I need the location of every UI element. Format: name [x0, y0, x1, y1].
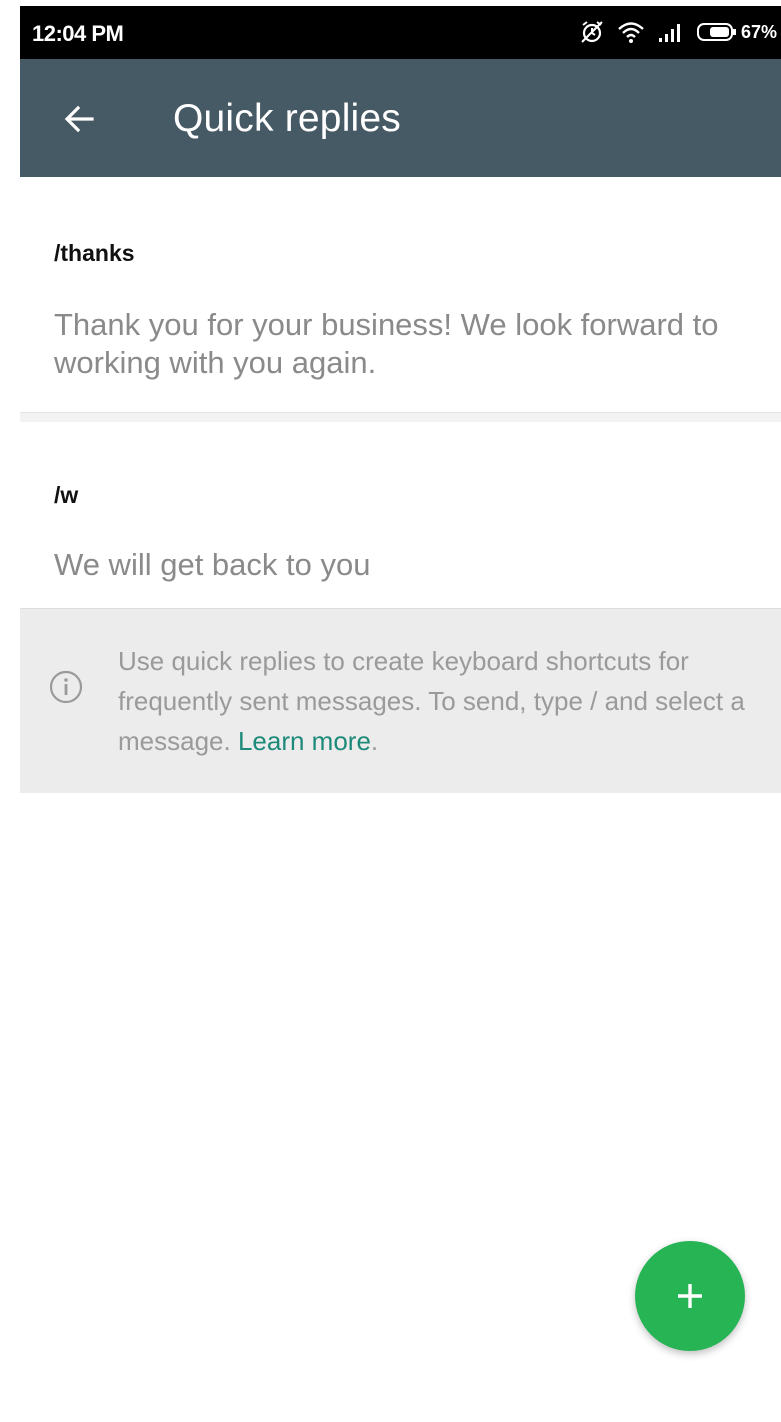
- reply-message: We will get back to you: [54, 547, 371, 582]
- info-trailing: .: [370, 726, 379, 756]
- status-icons: 67%: [579, 17, 777, 47]
- arrow-left-icon: [56, 105, 104, 147]
- back-button[interactable]: [56, 95, 104, 143]
- quick-reply-item[interactable]: /thanks Thank you for your business! We …: [20, 186, 781, 412]
- reply-shortcut: /w: [54, 482, 79, 508]
- info-banner: Use quick replies to create keyboard sho…: [20, 608, 781, 793]
- alarm-icon: [579, 19, 605, 45]
- add-quick-reply-button[interactable]: [635, 1241, 745, 1351]
- info-icon: [48, 669, 84, 705]
- wifi-icon: [617, 20, 645, 44]
- info-text: Use quick replies to create keyboard sho…: [118, 641, 768, 761]
- app-bar: Quick replies: [20, 59, 781, 177]
- status-time: 12:04 PM: [32, 21, 124, 46]
- signal-icon: [657, 21, 685, 43]
- reply-shortcut: /thanks: [54, 240, 135, 266]
- quick-replies-screen: 12:04 PM 67% Quick replies /thanks Thank…: [20, 6, 781, 1422]
- learn-more-link[interactable]: Learn more: [238, 726, 371, 756]
- info-description: Use quick replies to create keyboard sho…: [118, 646, 745, 756]
- status-bar: 12:04 PM 67%: [20, 6, 781, 59]
- battery-indicator: 67%: [696, 21, 777, 43]
- reply-message: Thank you for your business! We look for…: [54, 307, 719, 380]
- page-title: Quick replies: [173, 97, 402, 140]
- quick-reply-item[interactable]: /w We will get back to you: [20, 422, 781, 608]
- battery-percent: 67%: [740, 21, 777, 42]
- battery-icon: [696, 22, 737, 42]
